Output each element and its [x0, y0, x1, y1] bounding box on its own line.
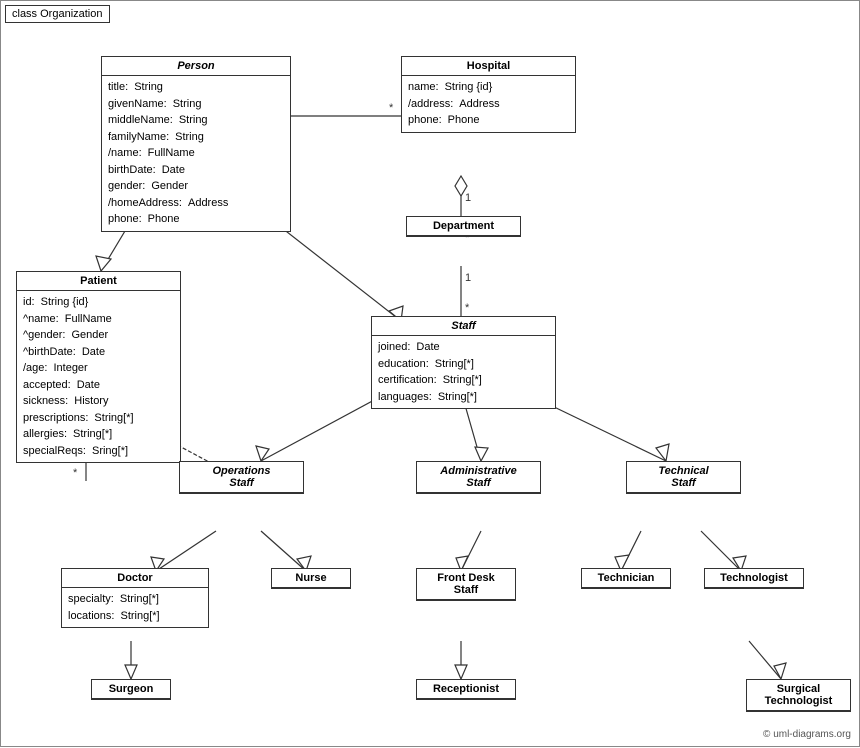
surgeon-class-name: Surgeon	[92, 680, 170, 699]
svg-text:1: 1	[465, 192, 471, 204]
surgical-tech-class-name: SurgicalTechnologist	[747, 680, 850, 711]
staff-class-attrs: joined:Date education:String[*] certific…	[372, 336, 555, 408]
technologist-class-name: Technologist	[705, 569, 803, 588]
ops-staff-class: OperationsStaff	[179, 461, 304, 494]
hospital-class-name: Hospital	[402, 57, 575, 76]
person-class-name: Person	[102, 57, 290, 76]
front-desk-class: Front DeskStaff	[416, 568, 516, 601]
hospital-class-attrs: name:String {id} /address:Address phone:…	[402, 76, 575, 132]
nurse-class-name: Nurse	[272, 569, 350, 588]
technician-class-name: Technician	[582, 569, 670, 588]
copyright: © uml-diagrams.org	[763, 729, 851, 740]
patient-class-attrs: id:String {id} ^name:FullName ^gender:Ge…	[17, 291, 180, 462]
department-class: Department	[406, 216, 521, 237]
receptionist-class-name: Receptionist	[417, 680, 515, 699]
tech-staff-class: TechnicalStaff	[626, 461, 741, 494]
receptionist-class: Receptionist	[416, 679, 516, 700]
person-class: Person title:String givenName:String mid…	[101, 56, 291, 232]
technologist-class: Technologist	[704, 568, 804, 589]
tech-staff-class-name: TechnicalStaff	[627, 462, 740, 493]
surgical-tech-class: SurgicalTechnologist	[746, 679, 851, 712]
doctor-class-name: Doctor	[62, 569, 208, 588]
surgeon-class: Surgeon	[91, 679, 171, 700]
patient-class: Patient id:String {id} ^name:FullName ^g…	[16, 271, 181, 463]
technician-class: Technician	[581, 568, 671, 589]
patient-class-name: Patient	[17, 272, 180, 291]
admin-staff-class-name: AdministrativeStaff	[417, 462, 540, 493]
svg-text:*: *	[389, 102, 394, 114]
doctor-class: Doctor specialty:String[*] locations:Str…	[61, 568, 209, 628]
hospital-class: Hospital name:String {id} /address:Addre…	[401, 56, 576, 133]
diagram-container: class Organization * * 1 * 1 *	[0, 0, 860, 747]
admin-staff-class: AdministrativeStaff	[416, 461, 541, 494]
ops-staff-class-name: OperationsStaff	[180, 462, 303, 493]
svg-text:1: 1	[465, 272, 471, 284]
svg-text:*: *	[465, 302, 470, 314]
staff-class-name: Staff	[372, 317, 555, 336]
staff-class: Staff joined:Date education:String[*] ce…	[371, 316, 556, 409]
person-class-attrs: title:String givenName:String middleName…	[102, 76, 290, 231]
front-desk-class-name: Front DeskStaff	[417, 569, 515, 600]
svg-text:*: *	[73, 467, 78, 479]
nurse-class: Nurse	[271, 568, 351, 589]
doctor-class-attrs: specialty:String[*] locations:String[*]	[62, 588, 208, 627]
department-class-name: Department	[407, 217, 520, 236]
diagram-title: class Organization	[5, 5, 110, 23]
